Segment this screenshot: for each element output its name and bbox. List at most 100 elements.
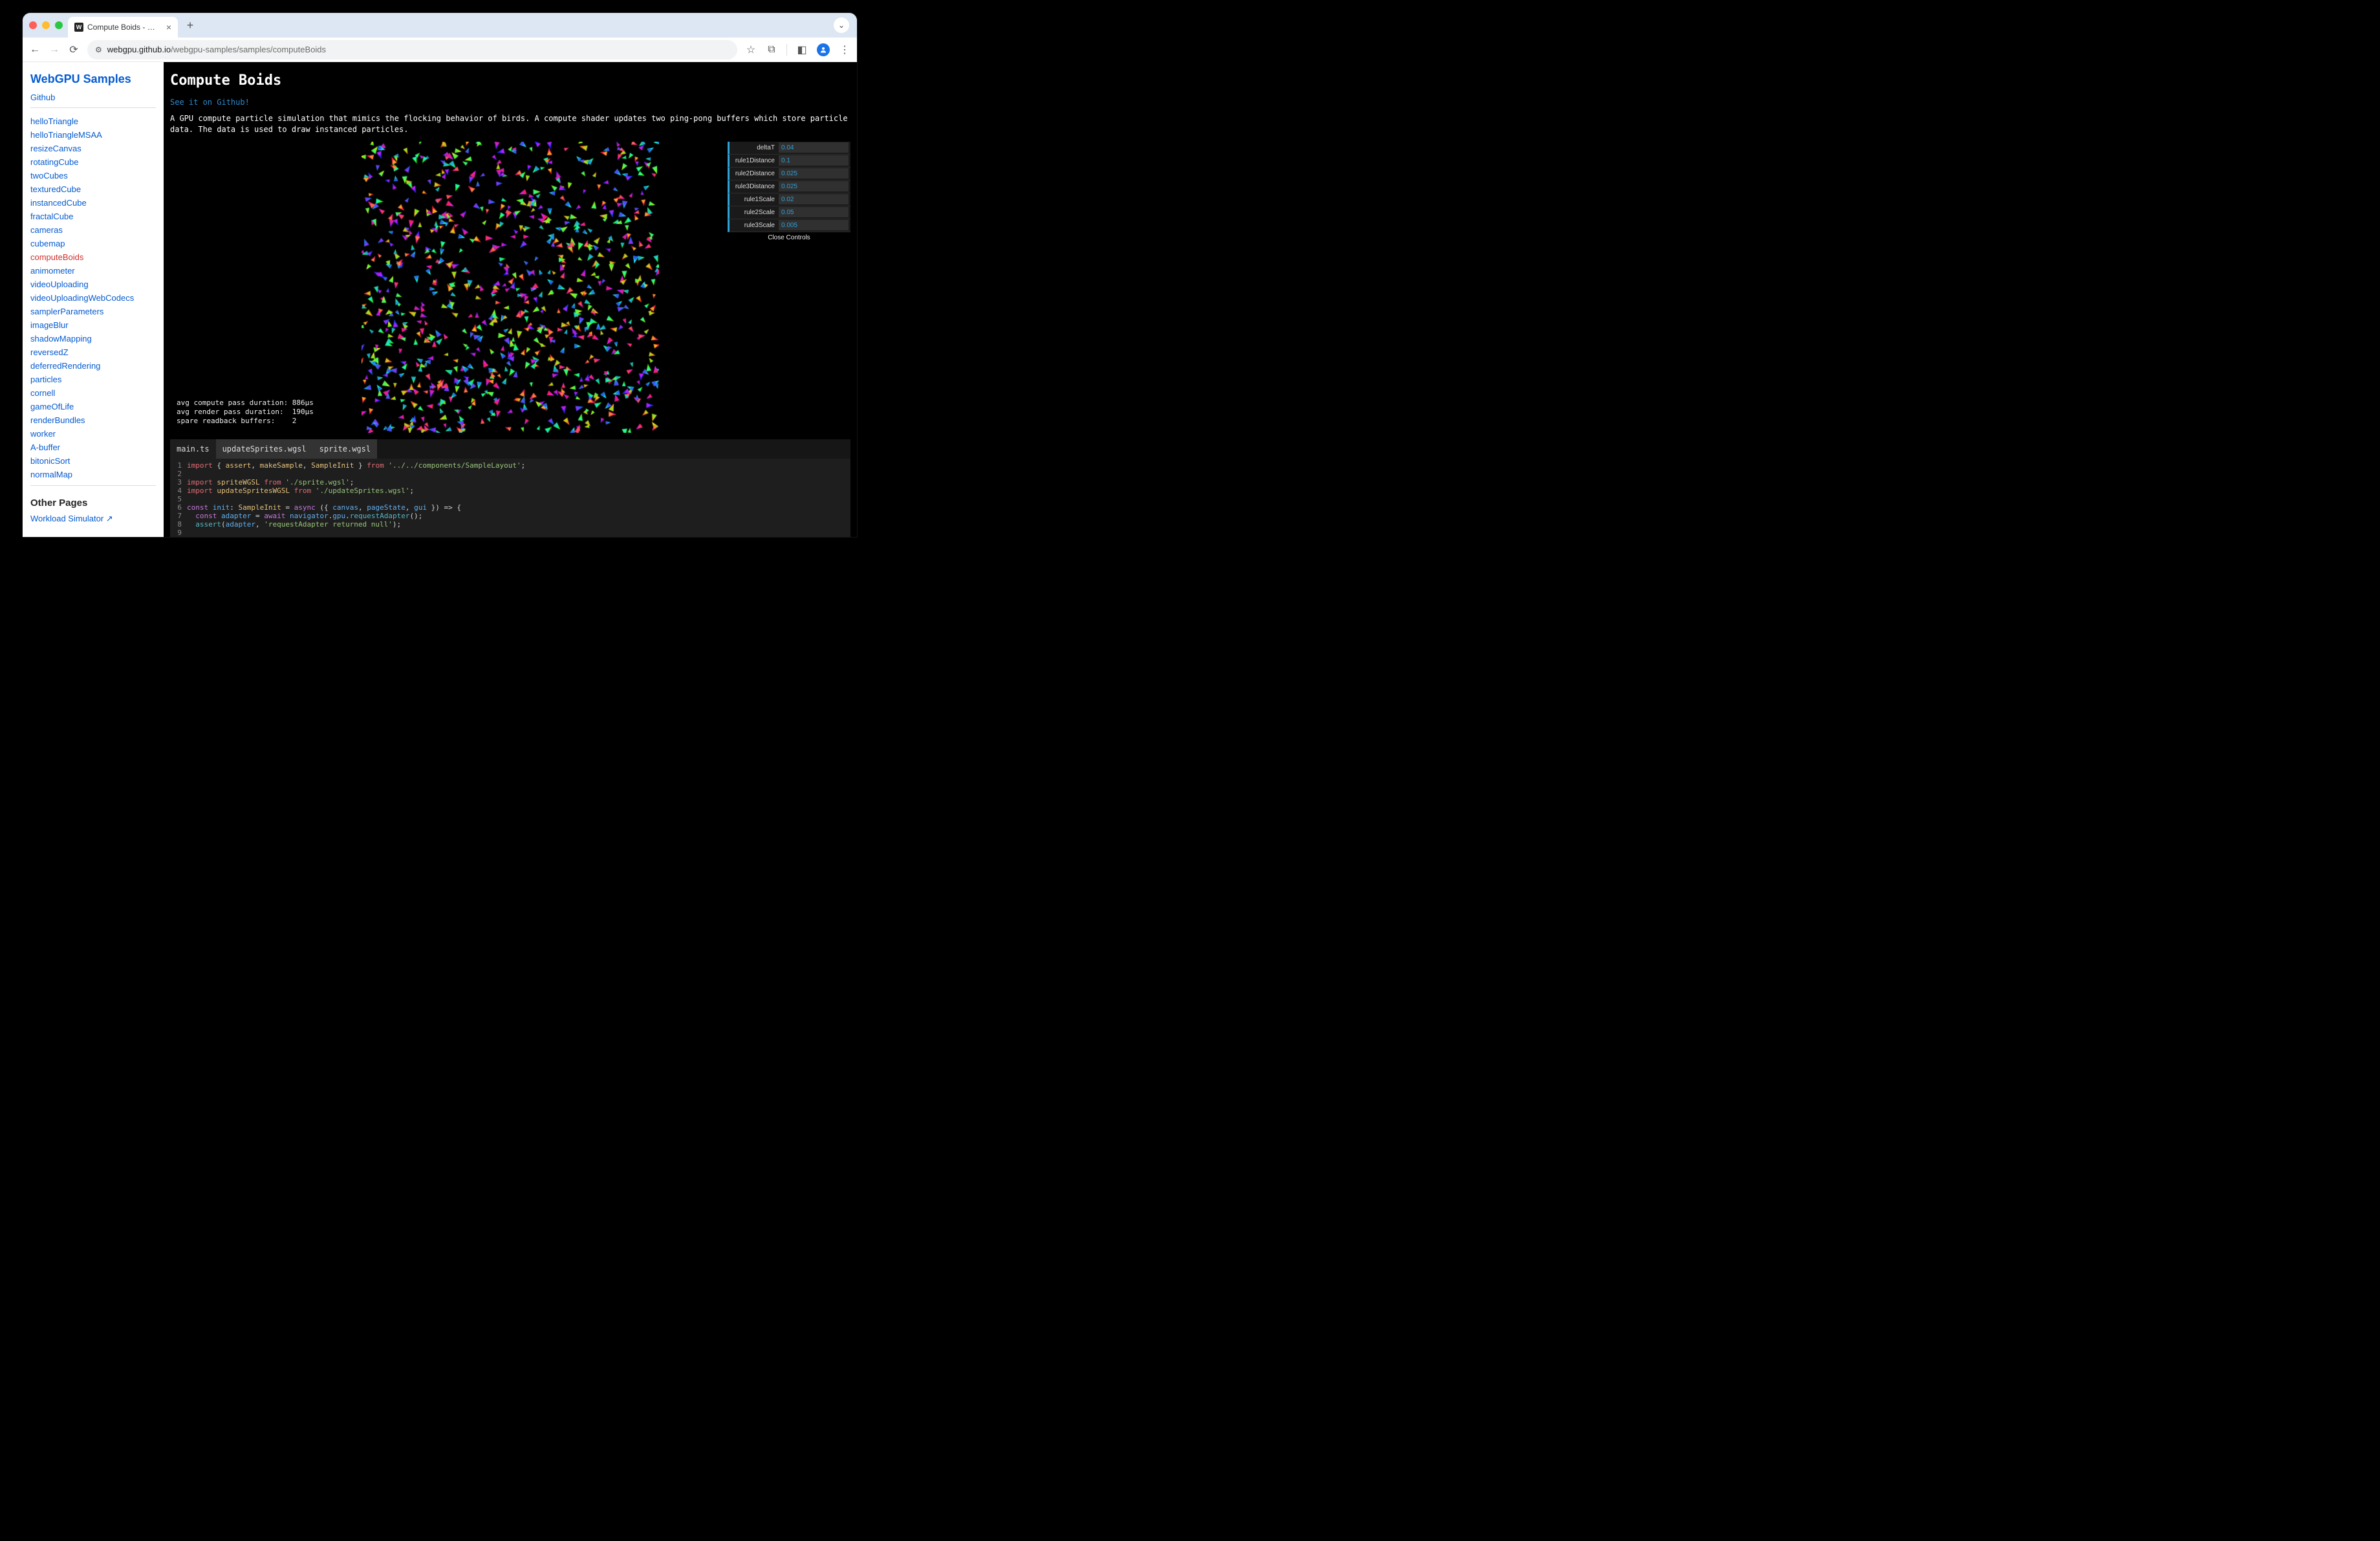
- menu-icon[interactable]: ⋮: [839, 44, 850, 56]
- sidebar-item-twoCubes[interactable]: twoCubes: [30, 169, 156, 182]
- see-on-github-link[interactable]: See it on Github!: [170, 98, 850, 107]
- simulation-canvas: [362, 142, 659, 433]
- gui-value-input[interactable]: 0.025: [779, 168, 849, 179]
- window-controls: [29, 21, 63, 29]
- sidebar-item-gameOfLife[interactable]: gameOfLife: [30, 400, 156, 413]
- code-tab-sprite.wgsl[interactable]: sprite.wgsl: [313, 439, 377, 459]
- toolbar-icons: ☆ ⧉ ◧ ⋮: [745, 43, 850, 56]
- sidebar-item-resizeCanvas[interactable]: resizeCanvas: [30, 142, 156, 155]
- sidebar-item-cornell[interactable]: cornell: [30, 386, 156, 400]
- gui-value-input[interactable]: 0.005: [779, 220, 849, 230]
- divider: [30, 485, 156, 486]
- canvas-area: deltaT0.04rule1Distance0.1rule2Distance0…: [170, 142, 850, 433]
- sidebar-item-deferredRendering[interactable]: deferredRendering: [30, 359, 156, 373]
- sidebar-item-normalMap[interactable]: normalMap: [30, 468, 156, 481]
- stats-overlay: avg compute pass duration: 886µs avg ren…: [177, 399, 314, 426]
- gui-label: deltaT: [730, 144, 779, 151]
- minimize-window-button[interactable]: [42, 21, 50, 29]
- code-view: 1import { assert, makeSample, SampleInit…: [170, 459, 850, 537]
- sidebar-item-worker[interactable]: worker: [30, 427, 156, 441]
- sidebar-item-instancedCube[interactable]: instancedCube: [30, 196, 156, 210]
- sidebar-item-reversedZ[interactable]: reversedZ: [30, 345, 156, 359]
- gui-row-rule3Distance: rule3Distance0.025: [728, 180, 850, 193]
- gui-row-rule3Scale: rule3Scale0.005: [728, 219, 850, 232]
- sidebar-item-shadowMapping[interactable]: shadowMapping: [30, 332, 156, 345]
- sidebar-item-helloTriangle[interactable]: helloTriangle: [30, 115, 156, 128]
- gui-label: rule1Scale: [730, 196, 779, 203]
- divider: [30, 107, 156, 108]
- sidebar-title: WebGPU Samples: [30, 72, 156, 86]
- reload-button[interactable]: ⟳: [68, 44, 80, 56]
- sidebar-item-renderBundles[interactable]: renderBundles: [30, 413, 156, 427]
- gui-label: rule2Distance: [730, 170, 779, 177]
- gui-panel: deltaT0.04rule1Distance0.1rule2Distance0…: [728, 142, 850, 243]
- gui-value-input[interactable]: 0.02: [779, 194, 849, 204]
- gui-value-input[interactable]: 0.025: [779, 181, 849, 191]
- bookmark-icon[interactable]: ☆: [745, 44, 757, 56]
- workload-simulator-link[interactable]: Workload Simulator ↗: [30, 514, 156, 524]
- sidebar-item-samplerParameters[interactable]: samplerParameters: [30, 305, 156, 318]
- sidebar-item-imageBlur[interactable]: imageBlur: [30, 318, 156, 332]
- sidebar-item-fractalCube[interactable]: fractalCube: [30, 210, 156, 223]
- gui-row-rule2Distance: rule2Distance0.025: [728, 168, 850, 180]
- sidebar-item-helloTriangleMSAA[interactable]: helloTriangleMSAA: [30, 128, 156, 142]
- gui-label: rule1Distance: [730, 157, 779, 164]
- extensions-icon[interactable]: ⧉: [766, 44, 777, 56]
- back-button[interactable]: ←: [29, 44, 41, 56]
- sidebar: WebGPU Samples Github helloTrianglehello…: [23, 62, 164, 537]
- forward-button[interactable]: →: [49, 44, 60, 56]
- close-tab-icon[interactable]: ×: [166, 22, 171, 32]
- gui-label: rule2Scale: [730, 209, 779, 216]
- gui-row-rule1Scale: rule1Scale0.02: [728, 193, 850, 206]
- tabs-dropdown-icon[interactable]: ⌄: [834, 17, 849, 33]
- code-line: 3import spriteWGSL from './sprite.wgsl';: [170, 478, 850, 486]
- other-pages-heading: Other Pages: [30, 497, 156, 508]
- gui-label: rule3Scale: [730, 222, 779, 229]
- code-line: 7 const adapter = await navigator.gpu.re…: [170, 512, 850, 520]
- code-line: 4import updateSpritesWGSL from './update…: [170, 486, 850, 495]
- sidebar-item-bitonicSort[interactable]: bitonicSort: [30, 454, 156, 468]
- gui-label: rule3Distance: [730, 183, 779, 190]
- titlebar: W Compute Boids - WebGPU S… × + ⌄: [23, 13, 857, 38]
- code-line: 6const init: SampleInit = async ({ canva…: [170, 503, 850, 512]
- code-tab-updateSprites.wgsl[interactable]: updateSprites.wgsl: [216, 439, 313, 459]
- sidebar-item-animometer[interactable]: animometer: [30, 264, 156, 278]
- sidebar-item-cubemap[interactable]: cubemap: [30, 237, 156, 250]
- sample-list: helloTrianglehelloTriangleMSAAresizeCanv…: [30, 115, 156, 481]
- profile-avatar[interactable]: [817, 43, 830, 56]
- sidebar-item-particles[interactable]: particles: [30, 373, 156, 386]
- code-line: 8 assert(adapter, 'requestAdapter return…: [170, 520, 850, 529]
- browser-window: W Compute Boids - WebGPU S… × + ⌄ ← → ⟳ …: [23, 13, 857, 537]
- github-link[interactable]: Github: [30, 93, 156, 102]
- sidebar-item-computeBoids[interactable]: computeBoids: [30, 250, 156, 264]
- code-tab-main.ts[interactable]: main.ts: [170, 439, 216, 459]
- close-window-button[interactable]: [29, 21, 37, 29]
- maximize-window-button[interactable]: [55, 21, 63, 29]
- tab-title: Compute Boids - WebGPU S…: [87, 23, 162, 32]
- close-controls-button[interactable]: Close Controls: [728, 232, 850, 243]
- code-tabs: main.tsupdateSprites.wgslsprite.wgsl: [170, 439, 850, 459]
- sidebar-item-cameras[interactable]: cameras: [30, 223, 156, 237]
- browser-tab[interactable]: W Compute Boids - WebGPU S… ×: [68, 17, 178, 38]
- sidebar-item-rotatingCube[interactable]: rotatingCube: [30, 155, 156, 169]
- gui-row-rule1Distance: rule1Distance0.1: [728, 155, 850, 168]
- sidebar-item-videoUploading[interactable]: videoUploading: [30, 278, 156, 291]
- gui-row-deltaT: deltaT0.04: [728, 142, 850, 155]
- url-text: webgpu.github.io/webgpu-samples/samples/…: [107, 45, 326, 54]
- code-line: 2: [170, 470, 850, 478]
- favicon-icon: W: [74, 23, 83, 32]
- sidebar-item-A-buffer[interactable]: A-buffer: [30, 441, 156, 454]
- toolbar: ← → ⟳ ⚙ webgpu.github.io/webgpu-samples/…: [23, 38, 857, 62]
- gui-value-input[interactable]: 0.1: [779, 155, 849, 166]
- code-line: 5: [170, 495, 850, 503]
- page-description: A GPU compute particle simulation that m…: [170, 113, 850, 135]
- address-bar[interactable]: ⚙ webgpu.github.io/webgpu-samples/sample…: [87, 40, 737, 60]
- code-line: 9: [170, 529, 850, 537]
- gui-value-input[interactable]: 0.04: [779, 142, 849, 153]
- site-info-icon[interactable]: ⚙: [95, 45, 102, 54]
- new-tab-button[interactable]: +: [182, 17, 199, 34]
- sidebar-item-texturedCube[interactable]: texturedCube: [30, 182, 156, 196]
- sidebar-item-videoUploadingWebCodecs[interactable]: videoUploadingWebCodecs: [30, 291, 156, 305]
- sidepanel-icon[interactable]: ◧: [796, 44, 808, 56]
- gui-value-input[interactable]: 0.05: [779, 207, 849, 217]
